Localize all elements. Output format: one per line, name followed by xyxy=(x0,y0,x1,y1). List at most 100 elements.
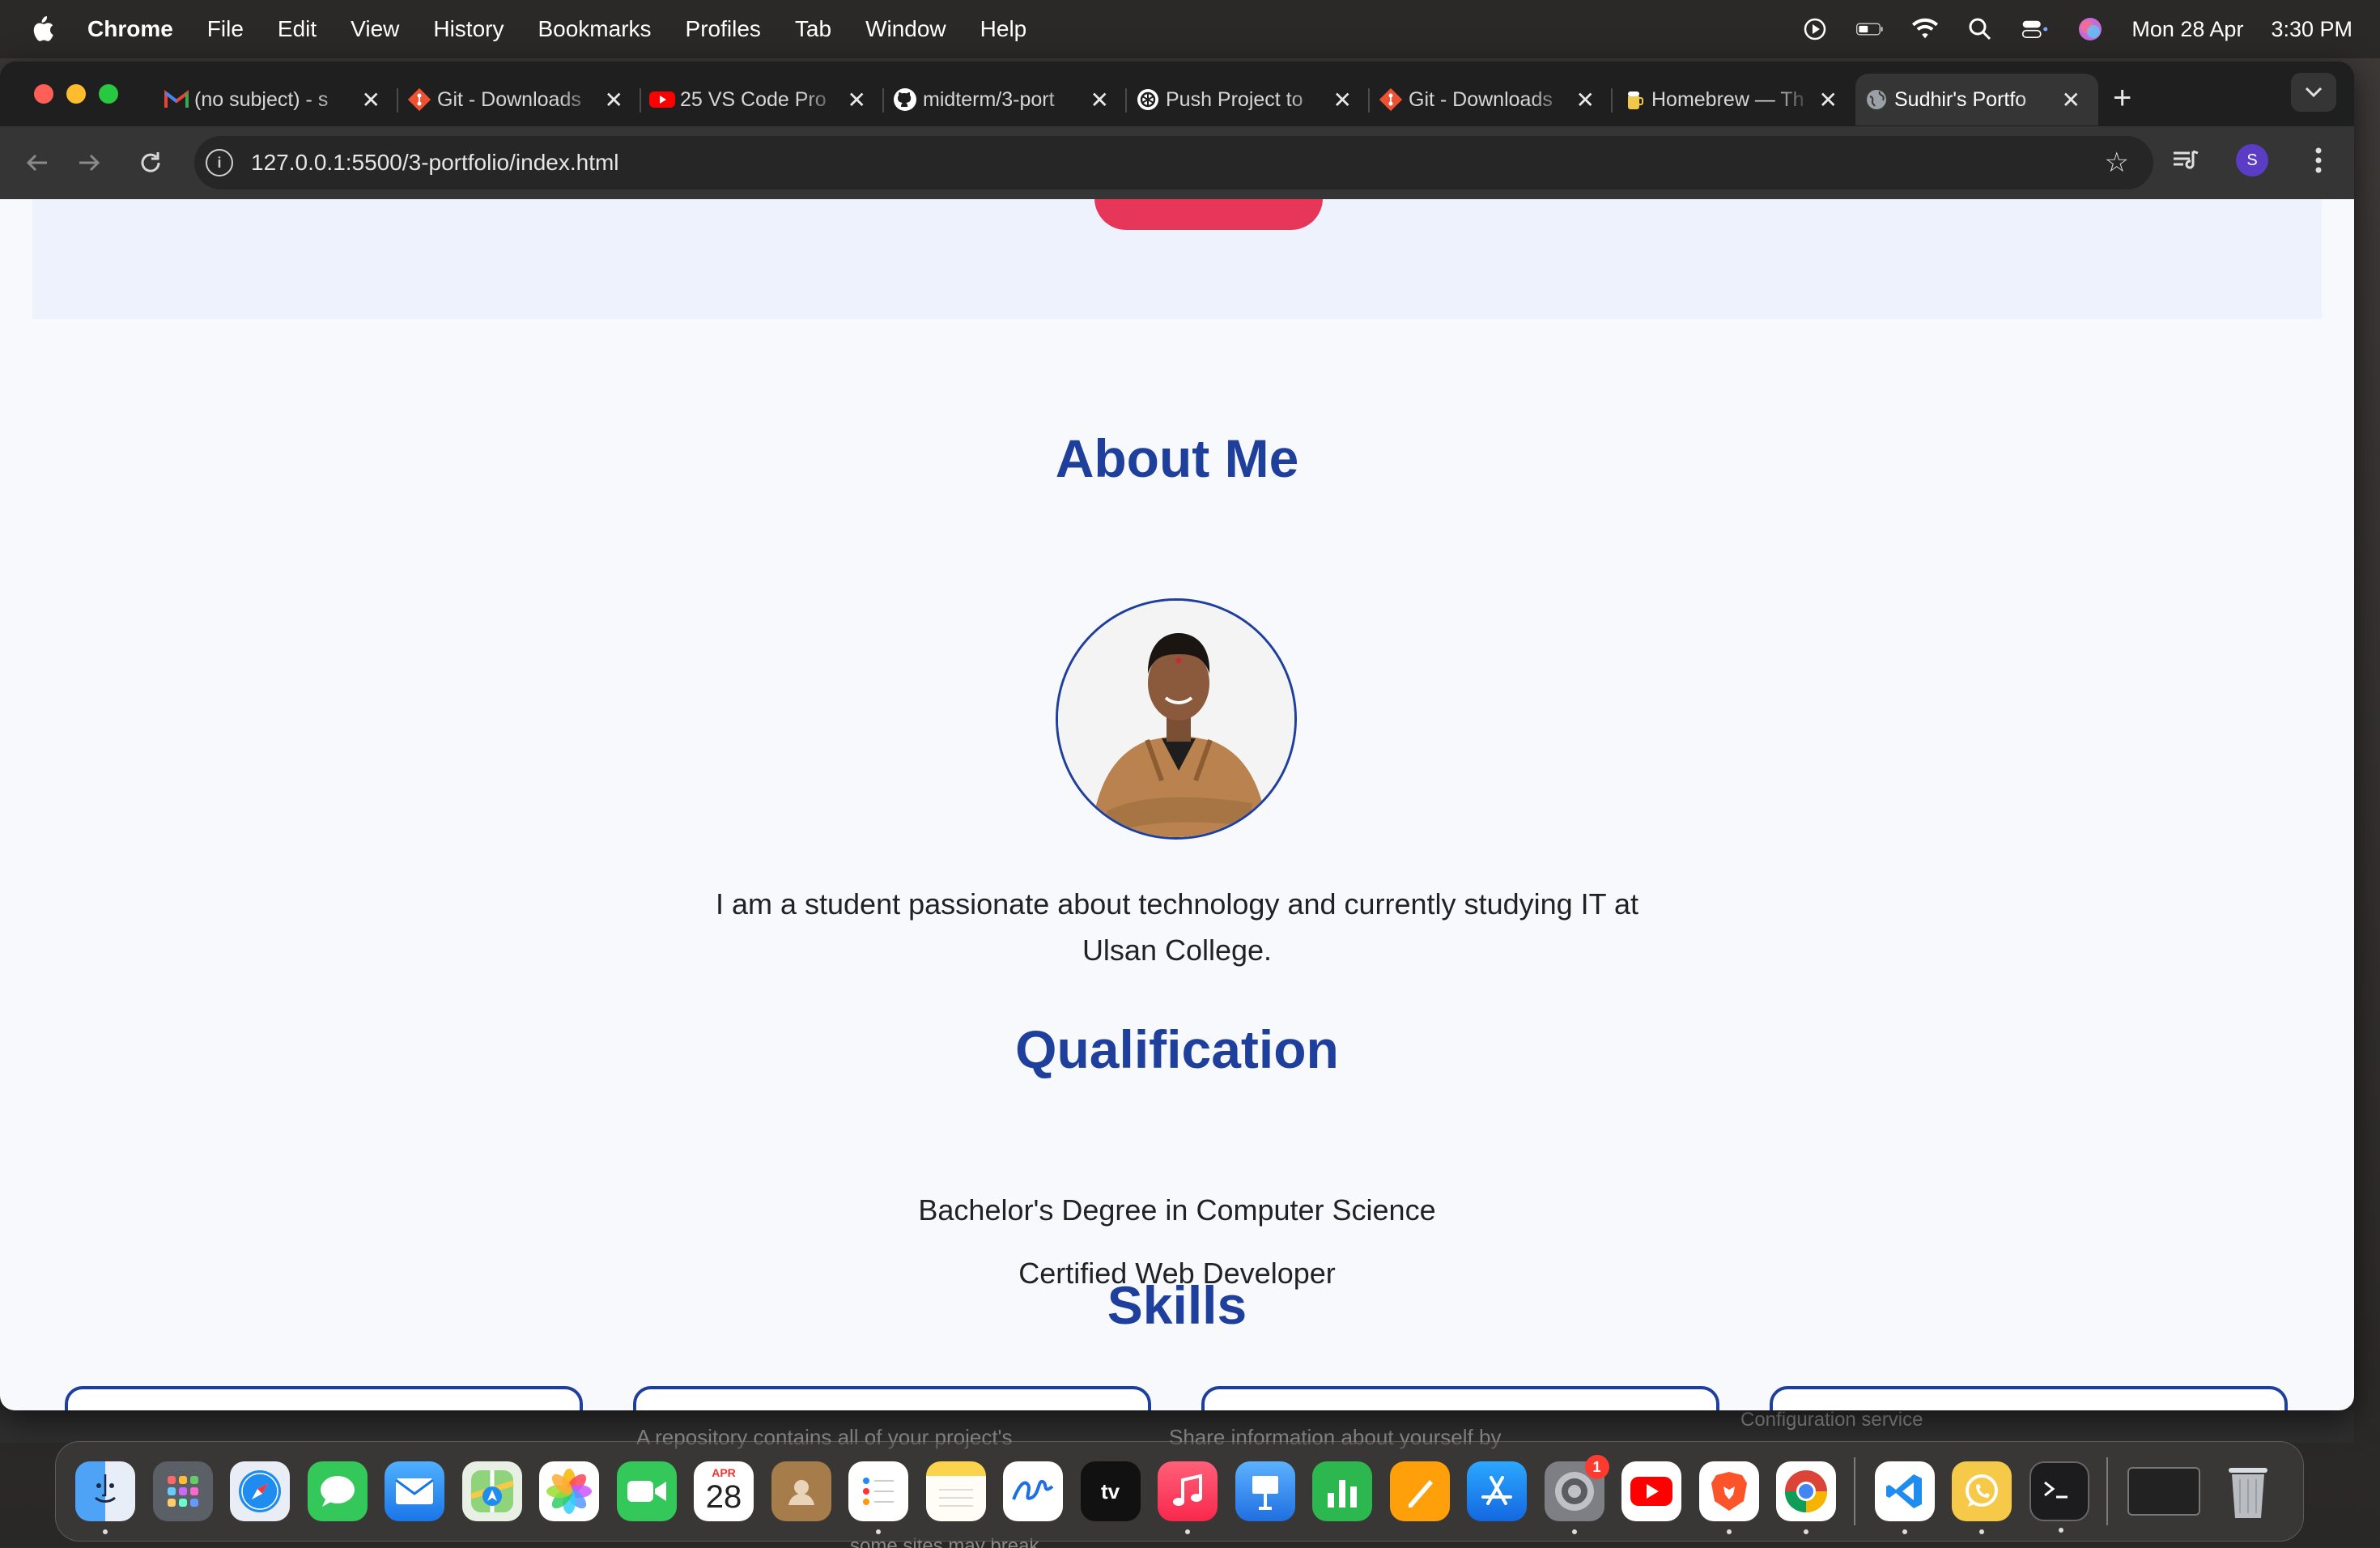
close-tab-icon[interactable]: ✕ xyxy=(1090,87,1109,113)
new-tab-button[interactable]: + xyxy=(2113,80,2131,117)
pages-icon[interactable] xyxy=(1389,1461,1450,1521)
dock-separator xyxy=(2106,1457,2108,1525)
whatsapp-icon[interactable] xyxy=(1952,1461,2012,1534)
tab-git-downloads[interactable]: Git - Downloads ✕ xyxy=(398,74,641,125)
calendar-icon[interactable]: APR 28 xyxy=(694,1461,754,1521)
skill-card xyxy=(65,1386,583,1410)
battery-icon[interactable] xyxy=(1856,15,1884,43)
terminal-icon[interactable] xyxy=(2029,1461,2089,1533)
vscode-icon[interactable] xyxy=(1874,1461,1935,1534)
keynote-icon[interactable] xyxy=(1235,1461,1295,1521)
facetime-icon[interactable] xyxy=(616,1461,677,1521)
tab-gmail[interactable]: (no subject) - s ✕ xyxy=(155,74,398,125)
close-tab-icon[interactable]: ✕ xyxy=(2062,87,2080,113)
running-indicator xyxy=(1571,1529,1577,1534)
control-center-icon[interactable] xyxy=(2021,15,2049,43)
apple-menu-icon[interactable] xyxy=(29,15,55,44)
site-info-icon[interactable]: i xyxy=(206,149,233,176)
menu-profiles[interactable]: Profiles xyxy=(686,16,761,42)
screen-recording-icon[interactable] xyxy=(1801,15,1829,43)
brave-icon[interactable] xyxy=(1698,1461,1759,1534)
minimized-window-thumbnail[interactable] xyxy=(2127,1467,2200,1516)
finder-icon[interactable] xyxy=(75,1461,135,1534)
mail-icon[interactable] xyxy=(385,1461,444,1521)
apple-tv-icon[interactable]: tv xyxy=(1080,1461,1141,1521)
menu-edit[interactable]: Edit xyxy=(278,16,317,42)
address-bar[interactable]: i 127.0.0.1:5500/3-portfolio/index.html … xyxy=(194,136,2153,189)
menu-bookmarks[interactable]: Bookmarks xyxy=(538,16,651,42)
reload-button[interactable] xyxy=(136,148,165,177)
freeform-icon[interactable] xyxy=(1003,1461,1063,1521)
macos-menu-bar: Chrome File Edit View History Bookmarks … xyxy=(0,0,2380,58)
numbers-icon[interactable] xyxy=(1312,1461,1372,1521)
tab-search-button[interactable] xyxy=(2291,73,2336,112)
menu-app-name[interactable]: Chrome xyxy=(87,16,173,42)
notification-badge: 1 xyxy=(1584,1455,1609,1479)
tab-youtube[interactable]: 25 VS Code Pro ✕ xyxy=(641,74,884,125)
calendar-day: 28 xyxy=(705,1478,742,1515)
minimize-window-button[interactable] xyxy=(66,84,86,104)
reminders-icon[interactable] xyxy=(848,1461,908,1534)
close-tab-icon[interactable]: ✕ xyxy=(605,87,623,113)
page-viewport: About Me I am a student passionate about… xyxy=(0,199,2354,1410)
photos-icon[interactable] xyxy=(539,1461,599,1521)
tab-portfolio-active[interactable]: Sudhir's Portfo ✕ xyxy=(1855,74,2098,125)
qualification-item: Bachelor's Degree in Computer Science xyxy=(918,1193,1436,1227)
tab-title: 25 VS Code Pro xyxy=(680,87,827,111)
profile-photo xyxy=(1056,598,1297,840)
close-tab-icon[interactable]: ✕ xyxy=(1819,87,1838,113)
profile-avatar[interactable]: S xyxy=(2236,144,2268,176)
zoom-window-button[interactable] xyxy=(99,84,118,104)
menu-file[interactable]: File xyxy=(207,16,244,42)
menu-help[interactable]: Help xyxy=(980,16,1027,42)
chrome-icon[interactable] xyxy=(1776,1461,1836,1534)
git-icon xyxy=(406,87,432,113)
tab-github[interactable]: midterm/3-port ✕ xyxy=(884,74,1127,125)
close-tab-icon[interactable]: ✕ xyxy=(848,87,866,113)
apple-tv-label: tv xyxy=(1100,1478,1120,1503)
close-tab-icon[interactable]: ✕ xyxy=(362,87,380,113)
calendar-month: APR xyxy=(712,1466,736,1479)
tab-homebrew[interactable]: Homebrew — Th ✕ xyxy=(1613,74,1855,125)
back-button[interactable] xyxy=(23,148,52,177)
spotlight-search-icon[interactable] xyxy=(1966,15,1994,43)
system-settings-icon[interactable]: 1 xyxy=(1544,1455,1609,1534)
tab-title: (no subject) - s xyxy=(194,87,329,111)
tab-strip: (no subject) - s ✕ Git - Downloads ✕ 25 … xyxy=(0,62,2354,126)
hero-section xyxy=(32,199,2322,319)
browser-toolbar: i 127.0.0.1:5500/3-portfolio/index.html … xyxy=(0,126,2354,199)
wifi-icon[interactable] xyxy=(1911,15,1939,43)
close-tab-icon[interactable]: ✕ xyxy=(1576,87,1595,113)
menu-window[interactable]: Window xyxy=(865,16,946,42)
menubar-time[interactable]: 3:30 PM xyxy=(2271,17,2352,42)
window-controls xyxy=(34,84,118,104)
close-window-button[interactable] xyxy=(34,84,53,104)
trash-icon[interactable] xyxy=(2218,1461,2278,1521)
tab-chatgpt[interactable]: Push Project to ✕ xyxy=(1127,74,1370,125)
music-icon[interactable] xyxy=(1158,1461,1218,1534)
bookmark-star-icon[interactable]: ☆ xyxy=(2105,147,2129,179)
notes-icon[interactable] xyxy=(925,1461,986,1521)
url-text[interactable]: 127.0.0.1:5500/3-portfolio/index.html xyxy=(251,150,619,176)
safari-icon[interactable] xyxy=(230,1461,290,1521)
launchpad-icon[interactable] xyxy=(152,1461,213,1521)
reading-list-icon[interactable] xyxy=(2171,146,2200,175)
close-tab-icon[interactable]: ✕ xyxy=(1333,87,1352,113)
more-menu-icon[interactable] xyxy=(2304,146,2333,175)
app-store-icon[interactable] xyxy=(1467,1461,1527,1521)
menu-tab[interactable]: Tab xyxy=(795,16,831,42)
tab-git-downloads-2[interactable]: Git - Downloads ✕ xyxy=(1370,74,1613,125)
skills-title: Skills xyxy=(1107,1275,1247,1335)
maps-icon[interactable] xyxy=(461,1461,522,1521)
menu-history[interactable]: History xyxy=(433,16,504,42)
hero-cta-button[interactable] xyxy=(1094,199,1323,230)
menu-view[interactable]: View xyxy=(351,16,399,42)
messages-icon[interactable] xyxy=(307,1461,368,1521)
youtube-app-icon[interactable] xyxy=(1621,1461,1681,1521)
contacts-icon[interactable] xyxy=(771,1461,831,1521)
about-title: About Me xyxy=(1055,428,1299,488)
forward-button[interactable] xyxy=(74,148,104,177)
dock-separator xyxy=(1853,1457,1855,1525)
globe-icon xyxy=(1864,87,1889,113)
siri-icon[interactable] xyxy=(2076,15,2104,43)
